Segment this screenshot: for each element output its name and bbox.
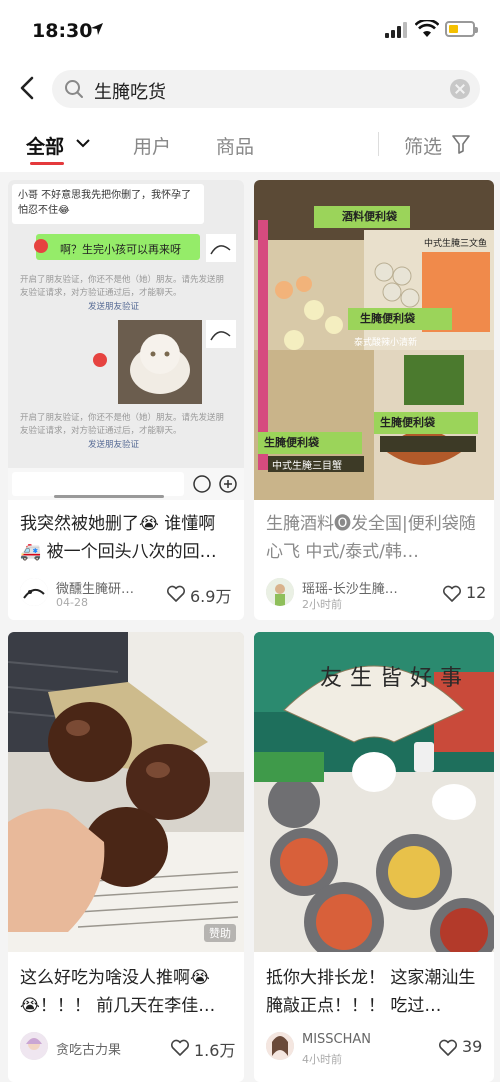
chat-notice-1: 开启了朋友验证，你还不是他（她）朋友。请先发送朋友验证请求，对方验证通过后，才能… <box>20 275 225 298</box>
post-title[interactable]: 生腌酒料🅞发全国|便利袋随心飞 中式/泰式/韩… <box>266 510 480 566</box>
post-time: 04-28 <box>56 596 88 609</box>
chat-msg-2: 啊？生完小孩可以再来呀 <box>60 243 181 256</box>
post-time: 2小时前 <box>302 598 342 611</box>
status-bar: 18:30 <box>0 0 500 60</box>
battery-icon <box>445 21 478 37</box>
location-arrow-icon <box>91 23 103 35</box>
post-title[interactable]: 我突然被她删了😭 谁懂啊🚑 被一个回头八次的回… <box>20 510 234 566</box>
post-card[interactable]: 酒料便利袋 生腌便利袋 生腌便利袋 生腌便利袋 中式生腌三目蟹 中式生腌三文鱼 … <box>254 180 494 620</box>
wifi-icon <box>415 20 439 37</box>
like-count: 6.9万 <box>190 587 232 606</box>
sponsor-tag: 赞助 <box>204 924 236 942</box>
avatar[interactable] <box>266 578 294 606</box>
active-tab-indicator <box>30 162 64 165</box>
pack-label: 酒料便利袋 <box>342 210 397 223</box>
avatar[interactable] <box>20 1032 48 1060</box>
tab-divider <box>378 132 379 156</box>
heart-icon[interactable] <box>166 585 186 603</box>
search-header: 生腌吃货 <box>0 60 500 118</box>
post-card[interactable]: 友生皆好事 抵你大排长龙！ 这家潮汕生腌敲正点！！！ 吃过… MISSCHAN … <box>254 632 494 1082</box>
tab-all[interactable]: 全部 <box>26 132 64 159</box>
author-name[interactable]: 微醺生腌研… <box>56 578 168 597</box>
like-count: 1.6万 <box>194 1041 236 1060</box>
pack-label: 生腌便利袋 <box>360 312 415 325</box>
post-image-chat-screenshot[interactable] <box>8 180 244 500</box>
chat-msg-1: 小哥 不好意思我先把你删了，我怀孕了怕忍不住😂 <box>18 190 192 216</box>
chat-notice-link-2: 发送朋友验证 <box>88 440 140 450</box>
author-name[interactable]: 贪吃古力果 <box>56 1039 168 1058</box>
heart-icon[interactable] <box>438 1039 458 1057</box>
like-count: 39 <box>462 1037 483 1056</box>
pack-label: 中式生腌三文鱼 <box>424 239 488 249</box>
author-name[interactable]: 瑶瑶-长沙生腌… <box>302 578 414 597</box>
chat-notice-link-1: 发送朋友验证 <box>88 302 140 312</box>
heart-icon[interactable] <box>170 1039 190 1057</box>
post-time: 4小时前 <box>302 1053 342 1066</box>
clear-search-icon[interactable] <box>450 79 470 99</box>
search-input[interactable]: 生腌吃货 <box>52 70 480 108</box>
tab-products[interactable]: 商品 <box>216 132 254 159</box>
cellular-signal-icon <box>385 22 407 38</box>
pack-label: 泰式酸辣小清新 <box>354 338 418 348</box>
back-arrow-icon[interactable] <box>14 72 42 104</box>
fan-text: 友生皆好事 <box>320 666 471 691</box>
search-icon <box>65 80 83 98</box>
post-card[interactable]: 赞助 这么好吃为啥没人推啊😭😭！！！ 前几天在李佳… 贪吃古力果 1.6万 <box>8 632 244 1082</box>
post-card[interactable]: 小哥 不好意思我先把你删了，我怀孕了怕忍不住😂 啊？生完小孩可以再来呀 开启了朋… <box>8 180 244 620</box>
pack-label: 中式生腌三目蟹 <box>272 461 342 472</box>
pack-label: 生腌便利袋 <box>380 416 435 429</box>
avatar[interactable] <box>20 578 48 606</box>
avatar[interactable] <box>266 1032 294 1060</box>
funnel-icon[interactable] <box>452 134 470 154</box>
pack-label: 生腌便利袋 <box>264 436 319 449</box>
status-time: 18:30 <box>32 20 93 42</box>
chat-notice-2: 开启了朋友验证，你还不是他（她）朋友。请先发送朋友验证请求，对方验证通过后，才能… <box>20 413 225 436</box>
post-image-chocolate[interactable] <box>8 632 244 952</box>
tab-users[interactable]: 用户 <box>133 132 171 159</box>
like-count: 12 <box>466 583 487 602</box>
filter-tabs: 全部 用户 商品 筛选 <box>0 118 500 172</box>
chevron-down-icon[interactable] <box>76 138 90 148</box>
post-title[interactable]: 抵你大排长龙！ 这家潮汕生腌敲正点！！！ 吃过… <box>266 964 480 1020</box>
author-name[interactable]: MISSCHAN <box>302 1032 414 1047</box>
filter-button[interactable]: 筛选 <box>404 132 442 159</box>
post-title[interactable]: 这么好吃为啥没人推啊😭😭！！！ 前几天在李佳… <box>20 964 234 1020</box>
heart-icon[interactable] <box>442 585 462 603</box>
search-query: 生腌吃货 <box>94 82 166 103</box>
